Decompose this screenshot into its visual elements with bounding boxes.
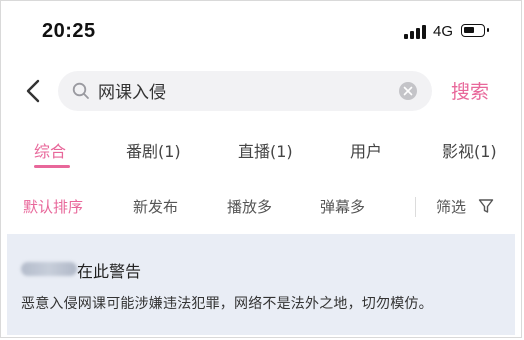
- sort-bar: 默认排序 新发布 播放多 弹幕多 筛选: [0, 192, 524, 224]
- warning-message: 恶意入侵网课可能涉嫌违法犯罪，网络不是法外之地，切勿模仿。: [21, 296, 433, 312]
- search-input[interactable]: [98, 80, 398, 100]
- warning-card: 在此警告 恶意入侵网课可能涉嫌违法犯罪，网络不是法外之地，切勿模仿。: [7, 234, 515, 335]
- clear-icon[interactable]: [399, 82, 417, 100]
- search-button[interactable]: 搜索: [451, 77, 489, 104]
- tab-all[interactable]: 综合: [34, 138, 66, 162]
- sort-divider: [415, 197, 416, 217]
- result-tabs: 综合 番剧(1) 直播(1) 用户 影视(1): [0, 132, 524, 178]
- warning-title: 在此警告: [77, 262, 142, 281]
- status-time: 20:25: [42, 20, 96, 42]
- tab-live[interactable]: 直播(1): [238, 138, 293, 162]
- sort-default[interactable]: 默认排序: [23, 196, 83, 217]
- tab-anime[interactable]: 番剧(1): [126, 138, 181, 162]
- filter-funnel-icon[interactable]: [478, 198, 494, 214]
- sort-newest[interactable]: 新发布: [133, 196, 178, 217]
- sort-most-played[interactable]: 播放多: [227, 196, 272, 217]
- network-type: 4G: [433, 23, 454, 40]
- signal-icon: [404, 25, 426, 39]
- search-icon: [72, 82, 90, 100]
- battery-icon: [461, 24, 489, 37]
- filter-button[interactable]: 筛选: [436, 196, 466, 217]
- sort-most-danmaku[interactable]: 弹幕多: [320, 196, 365, 217]
- search-box[interactable]: [58, 71, 432, 111]
- active-tab-indicator: [34, 165, 70, 168]
- search-bar-row: 搜索: [0, 66, 524, 116]
- status-bar: 20:25 4G: [0, 0, 524, 62]
- tab-film-tv[interactable]: 影视(1): [442, 138, 497, 162]
- back-arrow-icon[interactable]: [24, 78, 44, 104]
- tab-users[interactable]: 用户: [350, 138, 382, 162]
- blurred-logo: [21, 262, 77, 276]
